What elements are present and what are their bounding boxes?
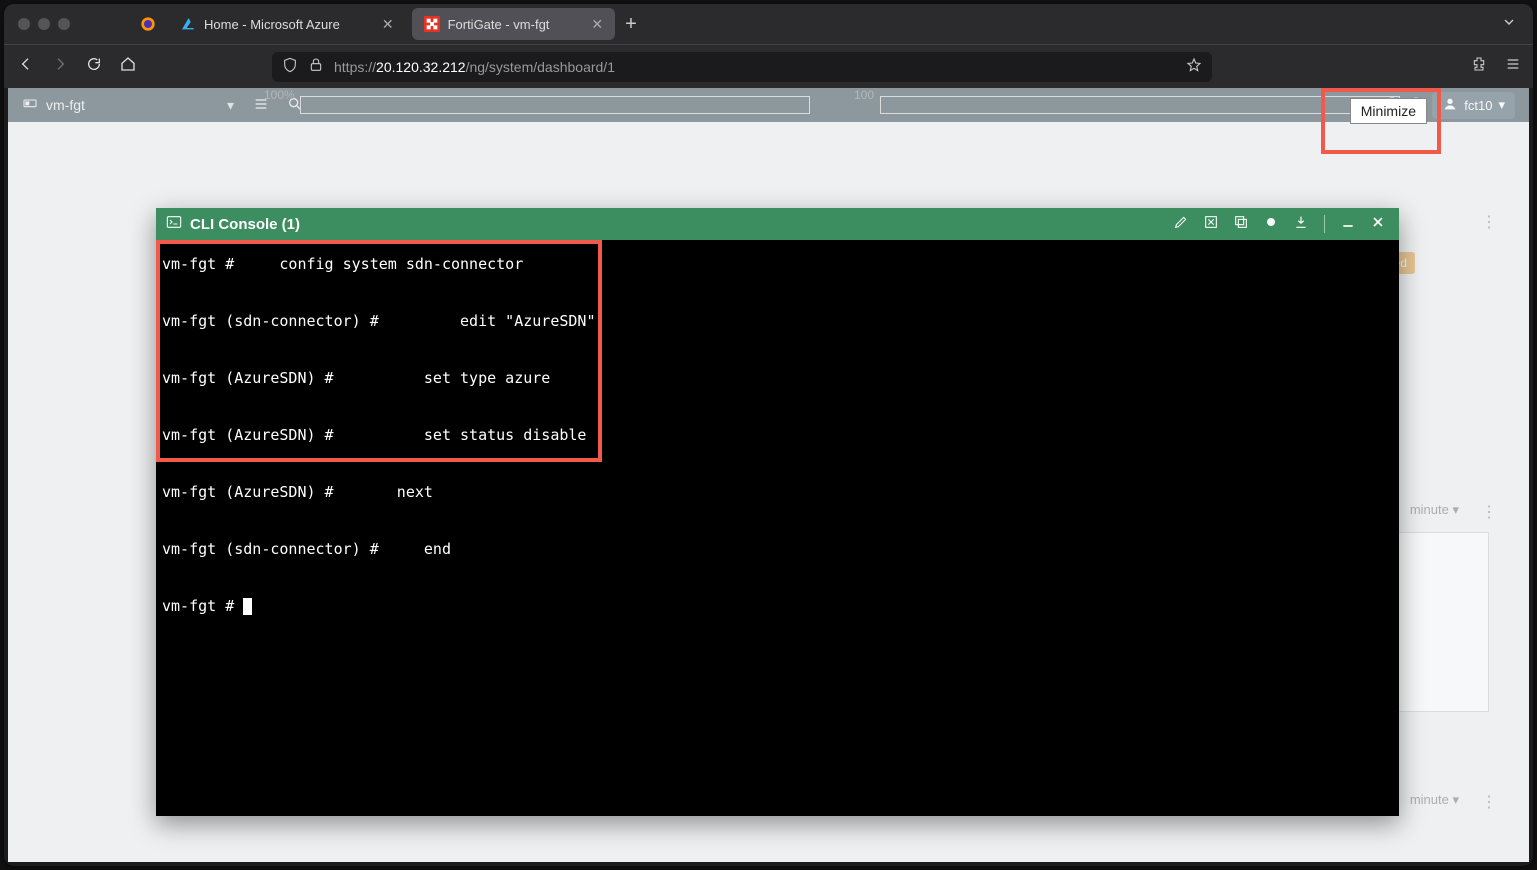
user-menu[interactable]: fct10 ▾ — [1432, 92, 1515, 119]
widget-menu-icon[interactable]: ⋮ — [1481, 212, 1499, 230]
cli-console: CLI Console (1) vm-fgt # config system s… — [156, 208, 1399, 816]
tooltip-minimize: Minimize — [1350, 98, 1427, 124]
reload-button[interactable] — [84, 56, 104, 77]
widget-menu-icon[interactable]: ⋮ — [1481, 792, 1499, 810]
forward-button[interactable] — [50, 56, 70, 77]
lock-icon — [308, 57, 324, 76]
tab-close-icon[interactable]: ✕ — [591, 16, 603, 33]
chevron-down-icon: ▾ — [1498, 97, 1505, 113]
minimize-window-dot[interactable] — [38, 18, 50, 30]
user-icon — [1442, 96, 1458, 115]
window-controls — [4, 18, 84, 30]
cli-minimize-button[interactable] — [1337, 214, 1359, 234]
home-button[interactable] — [118, 56, 138, 77]
bookmark-star-icon[interactable] — [1186, 57, 1202, 76]
axis-label: 100 — [854, 88, 874, 102]
chart-placeholder — [300, 96, 810, 114]
toolbar: https://20.120.32.212/ng/system/dashboar… — [4, 44, 1533, 88]
fortigate-app: vm-fgt ▾ ? fct10 ▾ — [8, 88, 1529, 862]
username: fct10 — [1464, 98, 1492, 113]
tab-close-icon[interactable]: ✕ — [382, 16, 394, 33]
titlebar: Home - Microsoft Azure ✕ FortiGate - vm-… — [4, 4, 1533, 44]
shield-icon — [282, 57, 298, 76]
time-range[interactable]: minute ▾ — [1410, 792, 1459, 808]
cli-download-icon[interactable] — [1290, 214, 1312, 234]
cli-record-icon[interactable] — [1260, 214, 1282, 234]
extensions-icon[interactable] — [1471, 56, 1487, 77]
widget-menu-icon[interactable]: ⋮ — [1481, 502, 1499, 520]
host-selector[interactable]: vm-fgt ▾ — [8, 96, 244, 115]
browser-window: Home - Microsoft Azure ✕ FortiGate - vm-… — [4, 4, 1533, 866]
cli-header: CLI Console (1) — [156, 208, 1399, 240]
back-button[interactable] — [16, 56, 36, 77]
axis-label: 100% — [264, 88, 295, 102]
cli-clear-icon[interactable] — [1200, 214, 1222, 234]
tab-label: FortiGate - vm-fgt — [448, 17, 550, 32]
tab-azure[interactable]: Home - Microsoft Azure ✕ — [168, 8, 406, 40]
zoom-window-dot[interactable] — [58, 18, 70, 30]
cli-copy-icon[interactable] — [1230, 214, 1252, 234]
close-window-dot[interactable] — [18, 18, 30, 30]
firefox-icon — [134, 10, 162, 38]
tabs-dropdown-icon[interactable] — [1501, 14, 1517, 35]
cli-title: CLI Console (1) — [190, 216, 300, 233]
tab-label: Home - Microsoft Azure — [204, 17, 340, 32]
menu-icon[interactable] — [1505, 56, 1521, 77]
chevron-down-icon: ▾ — [227, 97, 234, 114]
device-icon — [22, 96, 38, 115]
chart-placeholder — [880, 96, 1400, 114]
cli-close-button[interactable] — [1367, 214, 1389, 234]
address-bar[interactable]: https://20.120.32.212/ng/system/dashboar… — [272, 52, 1212, 82]
azure-icon — [180, 16, 196, 32]
url-text: https://20.120.32.212/ng/system/dashboar… — [334, 59, 615, 75]
hostname: vm-fgt — [46, 97, 85, 113]
new-tab-button[interactable]: + — [625, 13, 637, 36]
time-range[interactable]: minute ▾ — [1410, 502, 1459, 518]
tab-fortigate[interactable]: FortiGate - vm-fgt ✕ — [412, 8, 616, 40]
fortigate-icon — [424, 16, 440, 32]
cli-terminal[interactable]: vm-fgt # config system sdn-connector vm-… — [156, 240, 1399, 816]
terminal-icon — [166, 214, 182, 234]
cli-edit-icon[interactable] — [1170, 214, 1192, 234]
